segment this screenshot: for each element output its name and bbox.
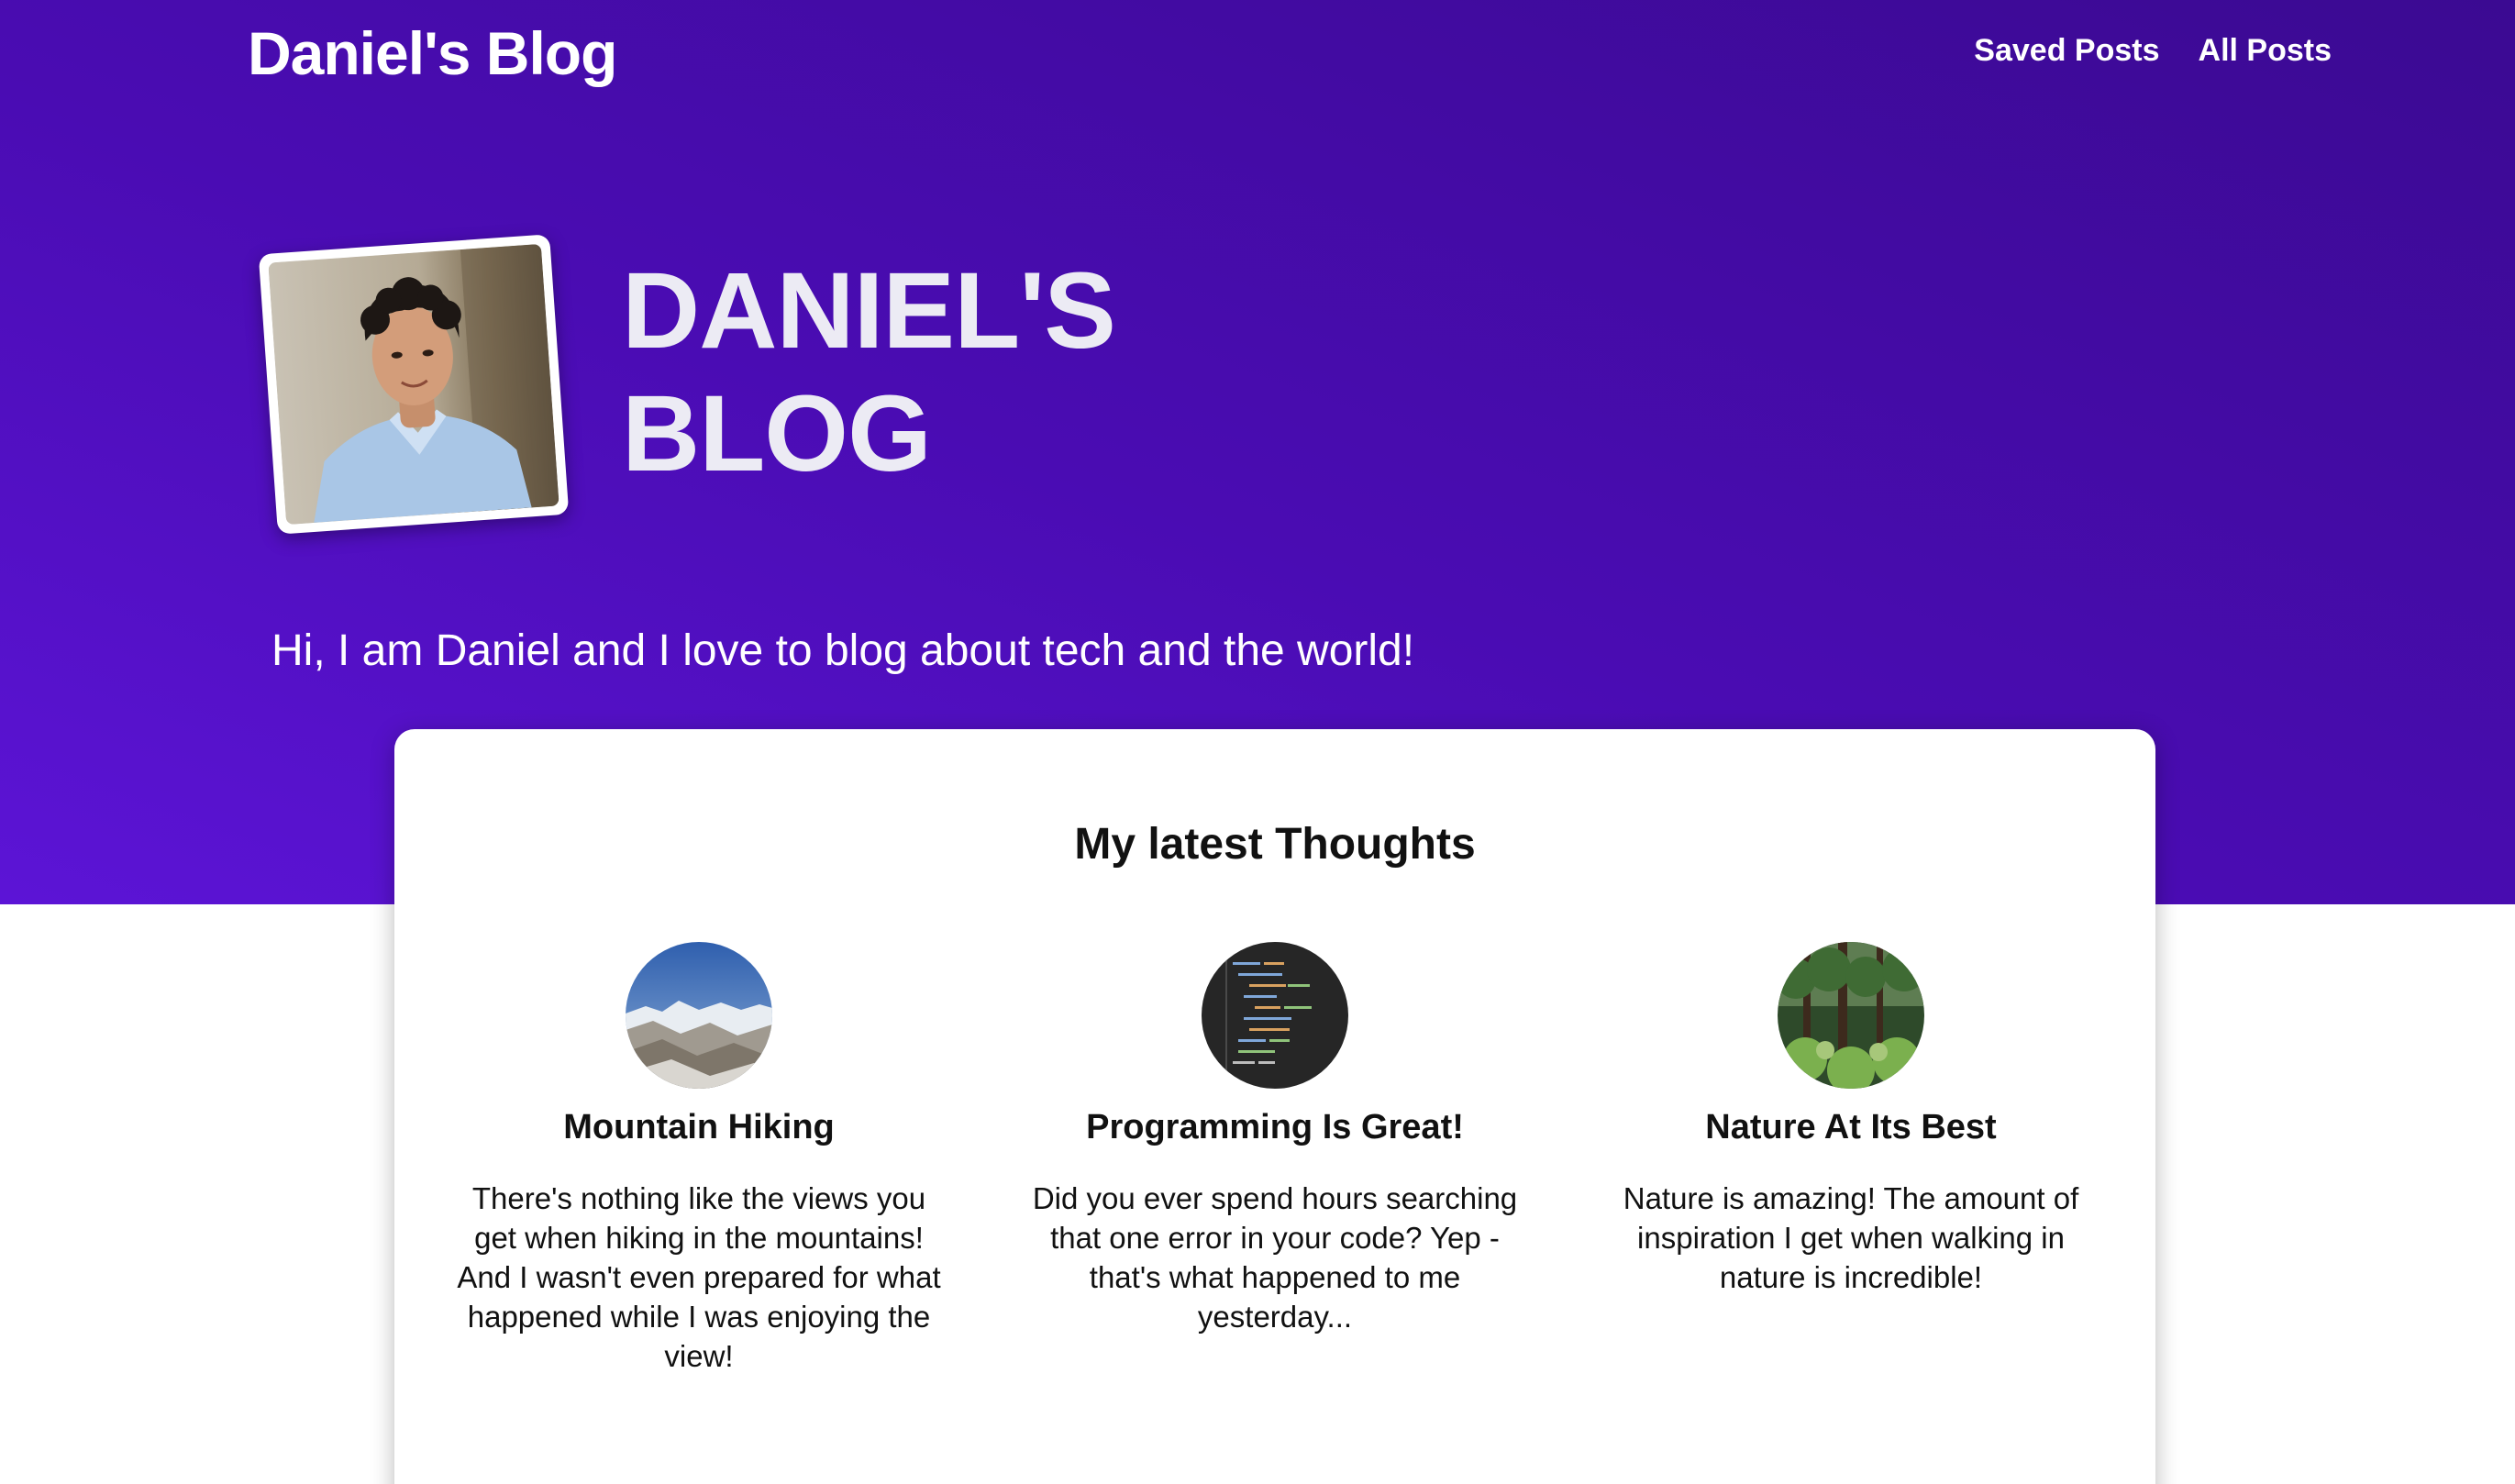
post-title[interactable]: Programming Is Great!	[1032, 1100, 1518, 1155]
page: Daniel's Blog Saved Posts All Posts DANI…	[0, 0, 2515, 1484]
top-navigation: Daniel's Blog Saved Posts All Posts	[0, 0, 2515, 110]
post-excerpt: There's nothing like the views you get w…	[457, 1181, 941, 1373]
forest-image-icon	[1778, 942, 1924, 1089]
portrait-image	[268, 243, 560, 526]
nav-link-saved-posts[interactable]: Saved Posts	[1974, 33, 2159, 69]
hero-title-line-1: DANIEL'S	[622, 250, 1116, 371]
post-title[interactable]: Mountain Hiking	[456, 1100, 942, 1155]
mountain-image-icon	[626, 942, 772, 1089]
brand-link[interactable]: Daniel's Blog	[248, 18, 617, 88]
profile-photo-frame	[258, 234, 570, 535]
code-image-icon	[1202, 942, 1348, 1089]
post-excerpt: Did you ever spend hours searching that …	[1032, 1181, 1518, 1334]
latest-thoughts-heading: My latest Thoughts	[1074, 820, 1476, 869]
hero-title: DANIEL'S BLOG	[622, 249, 1116, 495]
post-item-programming[interactable]: Programming Is Great! Did you ever spend…	[1032, 942, 1518, 1336]
post-item-nature[interactable]: Nature At Its Best Nature is amazing! Th…	[1608, 942, 2094, 1297]
nav-link-all-posts[interactable]: All Posts	[2199, 33, 2332, 69]
post-title[interactable]: Nature At Its Best	[1608, 1100, 2094, 1155]
post-item-mountain-hiking[interactable]: Mountain Hiking There's nothing like the…	[456, 942, 942, 1376]
profile-photo	[268, 243, 560, 526]
post-excerpt: Nature is amazing! The amount of inspira…	[1623, 1181, 2079, 1294]
hero-title-line-2: BLOG	[622, 373, 932, 494]
hero-tagline: Hi, I am Daniel and I love to blog about…	[271, 626, 1415, 675]
latest-thoughts-card: My latest Thoughts Mountain Hiking There…	[394, 729, 2155, 1484]
nav-links: Saved Posts All Posts	[1974, 33, 2332, 69]
